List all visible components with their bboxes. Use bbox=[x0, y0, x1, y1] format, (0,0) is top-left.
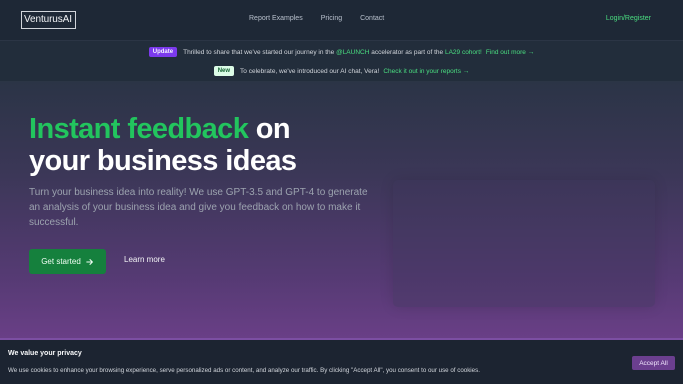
login-register-link[interactable]: Login/Register bbox=[606, 15, 651, 22]
announcement-new: New To celebrate, we've introduced our A… bbox=[0, 65, 683, 77]
hero-subtext: Turn your business idea into reality! We… bbox=[29, 187, 368, 228]
launch-link[interactable]: @LAUNCH bbox=[336, 49, 369, 56]
hero-headline: Instant feedback on your business ideas bbox=[29, 113, 369, 177]
nav-link-contact[interactable]: Contact bbox=[360, 15, 384, 22]
nav-link-pricing[interactable]: Pricing bbox=[321, 15, 342, 22]
announcement-update: Update Thrilled to share that we've star… bbox=[0, 46, 683, 58]
preview-card bbox=[393, 180, 655, 307]
get-started-label: Get started bbox=[41, 257, 81, 266]
brand-logo[interactable]: VenturusAI bbox=[21, 11, 76, 29]
announcement-banner: Update Thrilled to share that we've star… bbox=[0, 41, 683, 82]
announcement-text: To celebrate, we've introduced our AI ch… bbox=[240, 67, 380, 75]
get-started-button[interactable]: Get started bbox=[29, 249, 106, 274]
headline-accent: Instant feedback bbox=[29, 113, 249, 145]
check-reports-link[interactable]: Check it out in your reports → bbox=[383, 68, 469, 75]
nav-link-report-examples[interactable]: Report Examples bbox=[249, 15, 303, 22]
cookie-title: We value your privacy bbox=[8, 350, 82, 357]
top-navbar: VenturusAI Report Examples Pricing Conta… bbox=[0, 0, 683, 41]
cohort-link[interactable]: LA29 cohort! bbox=[445, 49, 482, 56]
update-badge: Update bbox=[148, 47, 178, 57]
arrow-right-icon bbox=[86, 258, 93, 265]
cookie-banner: We value your privacy We use cookies to … bbox=[0, 340, 683, 384]
accept-all-button[interactable]: Accept All bbox=[632, 356, 675, 370]
nav-links: Report Examples Pricing Contact bbox=[249, 15, 402, 22]
headline-text: your business ideas bbox=[29, 145, 297, 177]
headline-text: on bbox=[248, 113, 291, 145]
announcement-text: Thrilled to share that we've started our… bbox=[183, 48, 335, 56]
cookie-text: We use cookies to enhance your browsing … bbox=[8, 367, 480, 374]
find-out-more-link[interactable]: Find out more → bbox=[486, 49, 534, 56]
announcement-text: accelerator as part of the bbox=[371, 48, 444, 56]
learn-more-button[interactable]: Learn more bbox=[124, 255, 165, 264]
new-badge: New bbox=[213, 66, 235, 76]
